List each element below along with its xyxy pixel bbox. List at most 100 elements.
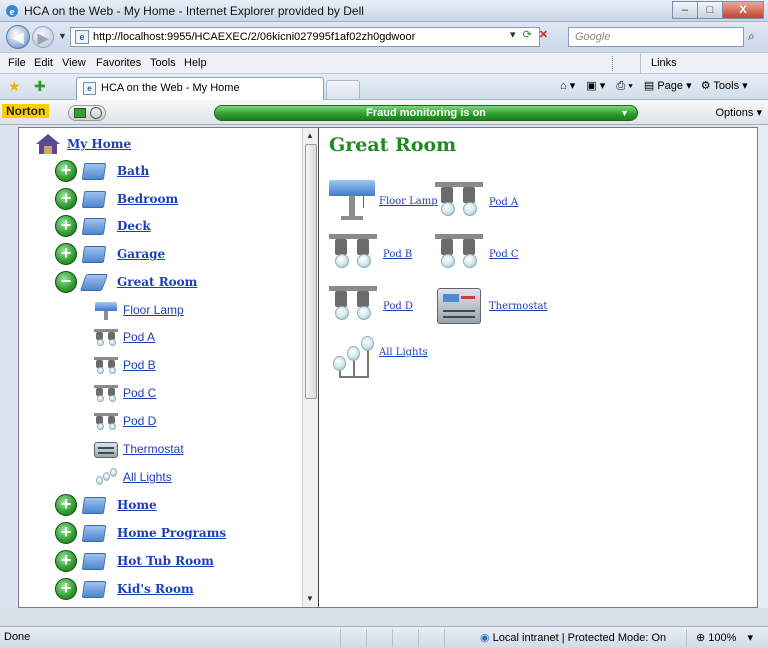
scroll-down-icon[interactable]: ▼ (306, 594, 314, 603)
menu-favorites[interactable]: Favorites (96, 57, 141, 69)
tree-scrollbar[interactable]: ▲ ▼ (302, 128, 318, 607)
expand-icon[interactable]: + (55, 160, 77, 182)
device-pod-b[interactable]: Pod B (329, 232, 412, 276)
device-label[interactable]: Pod A (489, 197, 518, 208)
collapse-icon[interactable]: − (55, 271, 77, 293)
tree-folder-home-programs[interactable]: + Home Programs (55, 521, 226, 545)
tree-folder-bath[interactable]: + Bath (55, 159, 149, 183)
minimize-button[interactable]: – (672, 1, 698, 19)
tree-device-label[interactable]: Thermostat (123, 442, 184, 456)
tree-device-label[interactable]: Pod D (123, 414, 156, 428)
device-floor-lamp[interactable]: Floor Lamp (329, 178, 438, 224)
device-label[interactable]: Thermostat (489, 301, 547, 312)
norton-options-button[interactable]: Options ▾ (716, 106, 763, 119)
device-label[interactable]: All Lights (379, 347, 428, 358)
menu-view[interactable]: View (62, 57, 86, 69)
page-scrollbar[interactable] (758, 125, 768, 625)
expand-icon[interactable]: + (55, 522, 77, 544)
menu-tools[interactable]: Tools (150, 57, 176, 69)
security-zone[interactable]: ◉ Local intranet | Protected Mode: On (480, 631, 666, 644)
forward-button[interactable]: ▶ (32, 26, 54, 48)
fraud-dropdown-icon[interactable]: ▼ (620, 106, 629, 120)
expand-icon[interactable]: + (55, 243, 77, 265)
menu-edit[interactable]: Edit (34, 57, 53, 69)
expand-icon[interactable]: + (55, 215, 77, 237)
close-button[interactable]: X (722, 1, 764, 19)
fraud-monitoring-bar[interactable]: Fraud monitoring is on ▼ (214, 105, 638, 121)
tree-device-thermostat[interactable]: Thermostat (93, 437, 184, 461)
device-pod-d[interactable]: Pod D (329, 284, 413, 328)
url-dropdown-icon[interactable]: ▾ (510, 29, 516, 41)
tree-folder-great-room[interactable]: − Great Room (55, 270, 197, 294)
device-pod-c[interactable]: Pod C (435, 232, 519, 276)
feeds-icon[interactable]: ▣ ▾ (586, 80, 605, 92)
zoom-dropdown-icon[interactable]: ▾ (747, 632, 753, 644)
device-label[interactable]: Pod D (383, 301, 413, 312)
device-label[interactable]: Pod C (489, 249, 519, 260)
home-icon[interactable]: ⌂ ▾ (560, 80, 575, 92)
tree-folder-label[interactable]: Garage (117, 247, 165, 261)
new-tab-button[interactable] (326, 80, 360, 99)
add-favorite-icon[interactable]: ✚ (34, 78, 46, 95)
menu-help[interactable]: Help (184, 57, 207, 69)
tree-folder-label[interactable]: Kid's Room (117, 582, 194, 596)
url-tools[interactable]: ▾ ⟳ ✕ (510, 28, 548, 41)
tree-folder-label[interactable]: Home Programs (117, 526, 226, 540)
tree-device-pod-a[interactable]: Pod A (93, 325, 155, 349)
tree-folder-hot-tub-room[interactable]: + Hot Tub Room (55, 549, 214, 573)
menu-file[interactable]: File (8, 57, 26, 69)
back-button[interactable]: ◀ (6, 25, 30, 49)
expand-icon[interactable]: + (55, 550, 77, 572)
device-label[interactable]: Pod B (383, 249, 412, 260)
tree-folder-label[interactable]: Deck (117, 219, 151, 233)
tree-device-label[interactable]: Pod C (123, 386, 156, 400)
links-toolbar[interactable]: Links (640, 53, 677, 74)
tree-device-pod-d[interactable]: Pod D (93, 409, 156, 433)
maximize-button[interactable]: □ (697, 1, 723, 19)
tree-folder-bedroom[interactable]: + Bedroom (55, 187, 178, 211)
print-icon[interactable]: ⎙ ▾ (616, 80, 632, 92)
tree-device-label[interactable]: All Lights (123, 470, 172, 484)
tree-device-pod-b[interactable]: Pod B (93, 353, 156, 377)
tree-folder-home[interactable]: + Home (55, 493, 157, 517)
device-thermostat[interactable]: Thermostat (437, 286, 547, 326)
tools-menu[interactable]: ⚙ Tools ▾ (701, 80, 748, 92)
tree-device-label[interactable]: Pod A (123, 330, 155, 344)
scroll-up-icon[interactable]: ▲ (306, 131, 314, 140)
expand-icon[interactable]: + (55, 188, 77, 210)
stop-icon[interactable]: ✕ (539, 29, 548, 41)
tree-device-label[interactable]: Pod B (123, 358, 156, 372)
zoom-control[interactable]: ⊕ 100% ▾ (696, 631, 753, 644)
scroll-thumb[interactable] (305, 144, 317, 399)
tree-folder-deck[interactable]: + Deck (55, 214, 151, 238)
tree-device-floor-lamp[interactable]: Floor Lamp (93, 298, 184, 322)
tree-folder-label[interactable]: Home (117, 498, 157, 512)
search-icon[interactable]: ⌕ (748, 29, 755, 44)
url-input[interactable]: e http://localhost:9955/HCAEXEC/2/06kicn… (70, 27, 540, 47)
tree-root[interactable]: My Home (35, 132, 131, 156)
tree-device-label[interactable]: Floor Lamp (123, 303, 184, 317)
tree-folder-label[interactable]: Hot Tub Room (117, 554, 214, 568)
tree-folder-kids-room[interactable]: + Kid's Room (55, 577, 194, 601)
tree-device-all-lights[interactable]: All Lights (93, 465, 172, 489)
expand-icon[interactable]: + (55, 578, 77, 600)
expand-icon[interactable]: + (55, 494, 77, 516)
search-input[interactable]: Google (568, 27, 744, 47)
pod-light-icon (93, 383, 119, 403)
favorites-star-icon[interactable]: ★ (8, 78, 21, 95)
refresh-icon[interactable]: ⟳ (523, 29, 532, 41)
device-all-lights[interactable]: All Lights (331, 334, 428, 382)
page-menu[interactable]: ▤ Page ▾ (644, 80, 692, 92)
tree-device-pod-c[interactable]: Pod C (93, 381, 156, 405)
tree-root-label[interactable]: My Home (67, 137, 131, 151)
tree-folder-garage[interactable]: + Garage (55, 242, 165, 266)
norton-mode-toggle[interactable] (68, 105, 106, 121)
tree-folder-label[interactable]: Great Room (117, 275, 197, 289)
device-pod-a[interactable]: Pod A (435, 180, 518, 224)
tree-folder-label[interactable]: Bath (117, 164, 149, 178)
history-dropdown-icon[interactable]: ▼ (58, 31, 67, 41)
device-label[interactable]: Floor Lamp (379, 196, 438, 207)
tab-my-home[interactable]: e HCA on the Web - My Home (76, 77, 324, 100)
tree-folder-label[interactable]: Bedroom (117, 192, 178, 206)
thermostat-icon (437, 286, 483, 326)
